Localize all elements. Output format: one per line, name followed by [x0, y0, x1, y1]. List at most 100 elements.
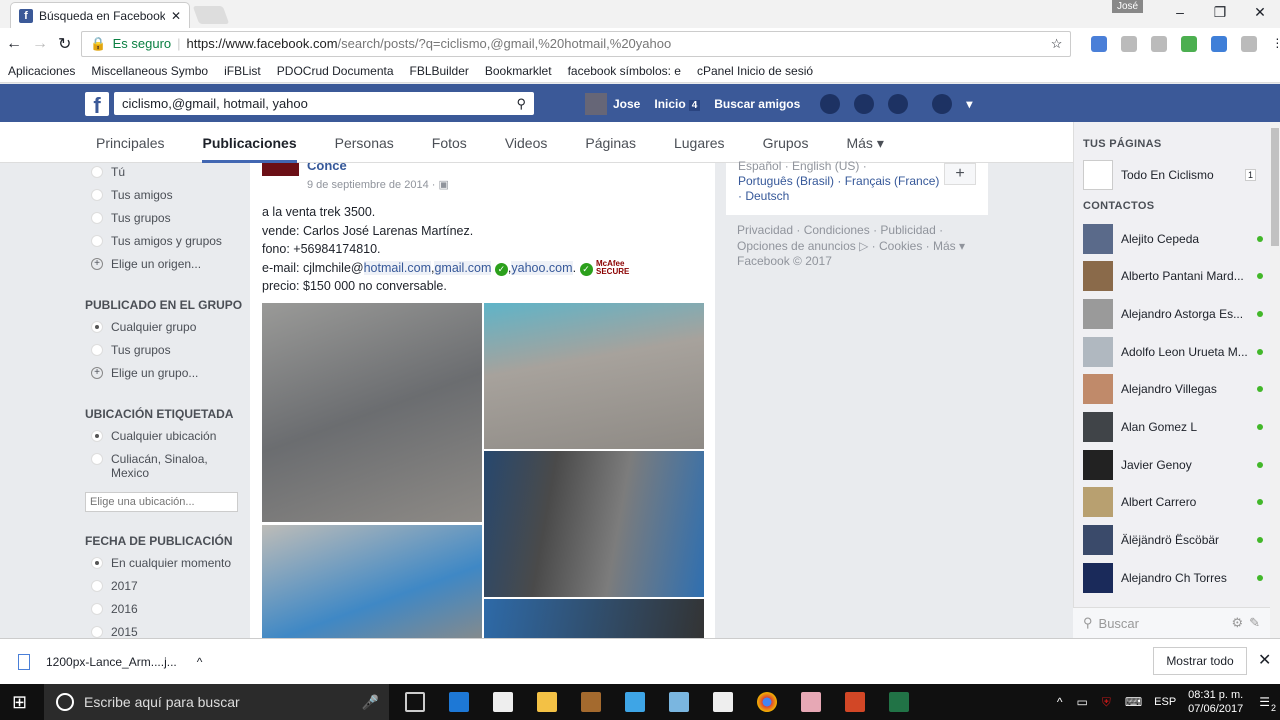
edge-icon[interactable]	[449, 692, 469, 712]
bookmark-item[interactable]: FBLBuilder	[410, 64, 469, 78]
filter-option[interactable]: Tus amigos y grupos	[85, 234, 245, 257]
windows-start-icon[interactable]: ⊞	[12, 692, 27, 713]
facebook-search-input[interactable]: ciclismo,@gmail, hotmail, yahoo ⚲	[114, 92, 534, 115]
bookmark-item[interactable]: iFBList	[224, 64, 261, 78]
facebook-logo-icon[interactable]: f	[85, 92, 109, 118]
scrollbar-thumb[interactable]	[1271, 128, 1279, 246]
app-icon[interactable]	[669, 692, 689, 712]
filter-option[interactable]: Tú	[85, 165, 245, 188]
chrome-icon[interactable]	[757, 692, 777, 712]
profile-link[interactable]: Jose	[585, 93, 640, 115]
author-avatar[interactable]	[262, 163, 299, 176]
post-photo[interactable]	[484, 303, 704, 449]
internet-explorer-icon[interactable]	[625, 692, 645, 712]
reload-icon[interactable]: ↻	[58, 34, 71, 54]
filter-option[interactable]: 2016	[85, 602, 245, 625]
tab-fotos[interactable]: Fotos	[432, 122, 467, 163]
bookmark-item[interactable]: PDOCrud Documenta	[277, 64, 394, 78]
file-explorer-icon[interactable]	[537, 692, 557, 712]
author-name[interactable]: Conce	[307, 163, 347, 173]
tab-principales[interactable]: Principales	[96, 122, 164, 163]
close-window-icon[interactable]: ✕	[1240, 0, 1280, 24]
post-date[interactable]: 9 de septiembre de 2014 · ▣	[307, 178, 449, 191]
contact-item[interactable]: Albert Carrero	[1074, 484, 1270, 522]
add-language-button[interactable]: +	[944, 163, 976, 185]
filter-option[interactable]: Cualquier ubicación	[85, 429, 245, 452]
bookmark-item[interactable]: facebook símbolos: e	[568, 64, 681, 78]
filter-option[interactable]: Cualquier grupo	[85, 320, 245, 343]
bookmark-item[interactable]: Bookmarklet	[485, 64, 552, 78]
filter-option[interactable]: En cualquier momento	[85, 556, 245, 579]
compose-icon[interactable]: ✎	[1249, 615, 1260, 631]
contact-item[interactable]: Alberto Pantani Mard...	[1074, 257, 1270, 295]
contact-item[interactable]: Alejandro Ch Torres	[1074, 559, 1270, 597]
tab-publicaciones[interactable]: Publicaciones	[202, 122, 297, 163]
close-download-bar-icon[interactable]: ✕	[1258, 650, 1271, 670]
yahoo-link[interactable]: yahoo.com	[511, 260, 573, 275]
contact-item[interactable]: Alan Gomez L	[1074, 408, 1270, 446]
settings-gear-icon[interactable]: ⚙	[1231, 615, 1243, 631]
post-photo[interactable]	[262, 525, 482, 638]
language-indicator[interactable]: ESP	[1154, 696, 1176, 708]
gmail-link[interactable]: gmail.com	[434, 260, 492, 275]
keyboard-icon[interactable]: ⌨	[1125, 695, 1142, 709]
post-photo[interactable]	[484, 599, 704, 638]
network-icon[interactable]: ▭	[1076, 695, 1087, 709]
new-tab-button[interactable]	[192, 6, 230, 24]
back-icon[interactable]: ←	[6, 35, 22, 53]
menu-icon[interactable]: ⋮	[1271, 36, 1280, 52]
location-input[interactable]	[85, 492, 238, 512]
filter-option[interactable]: Tus amigos	[85, 188, 245, 211]
choose-group-link[interactable]: + Elige un grupo...	[85, 366, 245, 389]
minimize-icon[interactable]: –	[1160, 0, 1200, 24]
messenger-icon[interactable]	[854, 94, 875, 114]
filter-option[interactable]: Tus grupos	[85, 343, 245, 366]
forward-icon[interactable]: →	[32, 35, 48, 53]
contact-item[interactable]: Alejandro Astorga Es...	[1074, 295, 1270, 333]
tab-mas[interactable]: Más ▾	[846, 122, 883, 163]
contact-item[interactable]: Alejandro Villegas	[1074, 370, 1270, 408]
maximize-icon[interactable]: ❐	[1200, 0, 1240, 24]
home-link[interactable]: Inicio 4	[654, 97, 701, 111]
tab-grupos[interactable]: Grupos	[763, 122, 809, 163]
chevron-up-icon[interactable]: ^	[197, 655, 203, 669]
filter-option[interactable]: Culiacán, Sinaloa, Mexico	[85, 452, 245, 488]
close-tab-icon[interactable]: ✕	[171, 9, 181, 23]
mcafee-tray-icon[interactable]: ⛨	[1102, 695, 1111, 710]
account-menu-chevron-icon[interactable]: ▾	[966, 97, 972, 111]
filter-option[interactable]: Tus grupos	[85, 211, 245, 234]
find-friends-link[interactable]: Buscar amigos	[714, 97, 800, 111]
footer-links[interactable]: Privacidad · Condiciones · Publicidad ·	[737, 223, 987, 239]
language-line[interactable]: Português (Brasil) · Français (France)	[738, 174, 976, 189]
extension-icon[interactable]	[1241, 35, 1258, 52]
excel-icon[interactable]	[889, 692, 909, 712]
show-all-button[interactable]: Mostrar todo	[1153, 647, 1247, 675]
url-input[interactable]: 🔒 Es seguro | https://www.facebook.com/s…	[81, 30, 1072, 57]
app-icon[interactable]	[801, 692, 821, 712]
post-photo[interactable]	[484, 451, 704, 597]
tray-chevron-icon[interactable]: ^	[1057, 695, 1063, 709]
extension-icon[interactable]	[1151, 35, 1168, 52]
star-icon[interactable]: ☆	[1051, 36, 1063, 52]
microphone-icon[interactable]: 🎤	[362, 694, 379, 711]
contact-item[interactable]: Adolfo Leon Urueta M...	[1074, 333, 1270, 371]
bookmark-item[interactable]: cPanel Inicio de sesió	[697, 64, 813, 78]
powerpoint-icon[interactable]	[845, 692, 865, 712]
language-line[interactable]: · Deutsch	[738, 189, 976, 204]
tab-videos[interactable]: Videos	[505, 122, 548, 163]
store-icon[interactable]	[493, 692, 513, 712]
contact-item[interactable]: Javier Genoy	[1074, 446, 1270, 484]
extension-icon[interactable]	[1121, 35, 1138, 52]
choose-origin-link[interactable]: + Elige un origen...	[85, 257, 245, 280]
language-line[interactable]: Español · English (US) ·	[738, 159, 976, 174]
extension-icon[interactable]	[1181, 35, 1198, 52]
action-center-icon[interactable]: ☰ 2	[1259, 695, 1276, 713]
page-item[interactable]: Todo En Ciclismo 1	[1074, 156, 1270, 194]
task-view-icon[interactable]	[405, 692, 425, 712]
download-item[interactable]: 1200px-Lance_Arm....j...	[46, 655, 177, 669]
extension-icon[interactable]	[1211, 35, 1228, 52]
taskbar-search[interactable]: Escribe aquí para buscar 🎤	[44, 684, 389, 720]
tab-personas[interactable]: Personas	[335, 122, 394, 163]
profile-chip[interactable]: José	[1112, 0, 1144, 13]
contact-item[interactable]: Alejito Cepeda	[1074, 220, 1270, 258]
